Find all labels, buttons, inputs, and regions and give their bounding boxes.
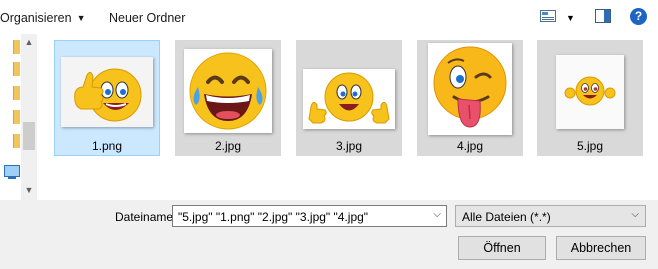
filename-input[interactable]: "5.jpg" "1.png" "2.jpg" "3.jpg" "4.jpg" … — [172, 205, 447, 227]
file-item-5[interactable]: 5.jpg — [537, 40, 643, 156]
organise-menu-button[interactable]: Organisieren ▼ — [0, 10, 86, 26]
navigation-pane[interactable]: ▲ ▼ — [0, 34, 38, 200]
thumbnail-tongue-wink-emoji — [428, 43, 512, 135]
file-item-3[interactable]: 3.jpg — [296, 40, 402, 156]
folder-icon[interactable] — [13, 134, 20, 148]
scroll-down-icon[interactable]: ▼ — [21, 182, 37, 198]
chevron-down-icon[interactable]: ⌵ — [433, 209, 441, 220]
file-name: 1.png — [91, 139, 123, 153]
winking-tongue-emoji-icon — [428, 43, 512, 135]
file-name: 5.jpg — [576, 139, 604, 153]
view-options-chevron-icon[interactable]: ▼ — [566, 10, 575, 26]
new-folder-button[interactable]: Neuer Ordner — [109, 10, 185, 26]
nav-scrollbar[interactable]: ▲ ▼ — [21, 34, 37, 200]
file-name: 2.jpg — [214, 139, 242, 153]
tears-of-joy-emoji-icon — [184, 49, 272, 133]
file-list-area[interactable]: 1.png 2.jpg 3.jpg 4.jpg 5.jpg — [38, 34, 658, 200]
double-thumbs-up-emoji-icon — [303, 69, 395, 129]
computer-icon[interactable] — [4, 165, 20, 179]
chevron-down-icon: ⌵ — [631, 209, 639, 220]
help-button[interactable]: ? — [630, 8, 647, 25]
thumbs-up-emoji-icon — [61, 57, 153, 127]
open-button[interactable]: Öffnen — [458, 236, 546, 260]
thumbnail-hands-up-emoji — [556, 55, 624, 129]
scrollbar-thumb[interactable] — [23, 122, 35, 150]
filetype-select[interactable]: Alle Dateien (*.*) ⌵ — [455, 205, 646, 227]
folder-icon[interactable] — [13, 86, 20, 100]
thumbnail-double-thumbs-emoji — [303, 69, 395, 129]
filename-value: "5.jpg" "1.png" "2.jpg" "3.jpg" "4.jpg" — [178, 210, 369, 224]
filename-label: Dateiname: — [115, 210, 177, 224]
file-name: 3.jpg — [335, 139, 363, 153]
change-view-icon[interactable] — [540, 10, 556, 22]
happy-hands-emoji-icon — [556, 55, 624, 129]
folder-icon[interactable] — [13, 110, 20, 124]
folder-icon[interactable] — [13, 40, 20, 54]
scroll-up-icon[interactable]: ▲ — [21, 34, 37, 50]
thumbnail-thumbs-up-emoji — [61, 57, 153, 127]
chevron-down-icon: ▼ — [76, 13, 86, 23]
file-item-2[interactable]: 2.jpg — [175, 40, 281, 156]
filetype-value: Alle Dateien (*.*) — [462, 210, 551, 224]
preview-pane-icon[interactable] — [595, 9, 611, 23]
file-name: 4.jpg — [456, 139, 484, 153]
thumbnail-laughing-emoji — [184, 49, 272, 133]
folder-icon[interactable] — [13, 62, 20, 76]
file-item-1[interactable]: 1.png — [54, 40, 160, 156]
organise-label: Organisieren — [0, 11, 72, 25]
cancel-button[interactable]: Abbrechen — [556, 236, 646, 260]
toolbar: Organisieren ▼ Neuer Ordner ▼ ? — [0, 0, 658, 34]
file-item-4[interactable]: 4.jpg — [417, 40, 523, 156]
